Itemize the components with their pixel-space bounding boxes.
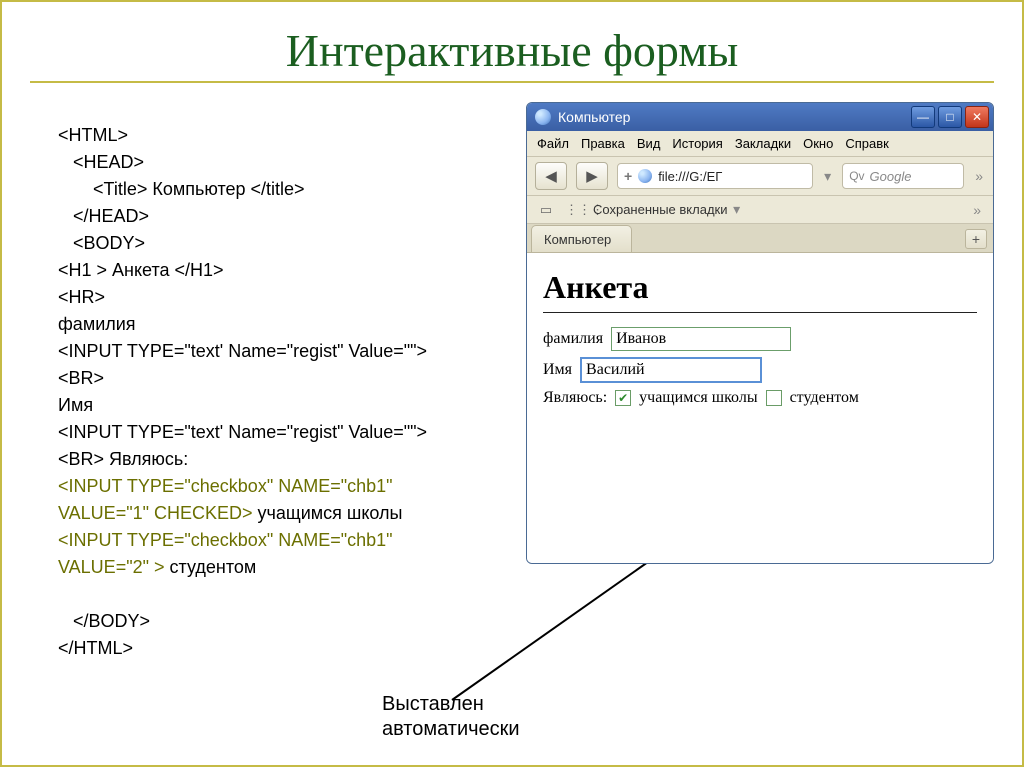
search-placeholder: Google bbox=[870, 169, 912, 184]
nav-toolbar: ◀ ▶ + file:///G:/ЕГ ▾ Qv Google » bbox=[527, 157, 993, 196]
option-school: учащимся школы bbox=[639, 389, 757, 407]
checkbox-school[interactable]: ✔ bbox=[615, 390, 631, 406]
minimize-button[interactable]: — bbox=[911, 106, 935, 128]
book-icon[interactable]: ▭ bbox=[537, 202, 555, 218]
menu-help[interactable]: Справк bbox=[845, 136, 888, 151]
label-status: Являюсь: bbox=[543, 389, 607, 407]
grid-icon[interactable]: ⋮⋮⋮ bbox=[565, 202, 583, 218]
close-button[interactable]: ✕ bbox=[965, 106, 989, 128]
url-field[interactable]: + file:///G:/ЕГ bbox=[617, 163, 813, 189]
site-icon bbox=[638, 169, 652, 183]
annotation-arrow bbox=[442, 542, 682, 712]
menu-history[interactable]: История bbox=[672, 136, 722, 151]
menu-view[interactable]: Вид bbox=[637, 136, 661, 151]
html-code-sample: <HTML> <HEAD> <Title> Компьютер </title>… bbox=[58, 122, 427, 662]
page-divider bbox=[543, 312, 977, 313]
window-title: Компьютер bbox=[558, 109, 911, 125]
title-underline bbox=[30, 81, 994, 83]
tab-computer[interactable]: Компьютер bbox=[531, 225, 632, 252]
url-text: file:///G:/ЕГ bbox=[658, 169, 722, 184]
url-dropdown-icon[interactable]: ▾ bbox=[822, 168, 833, 185]
menu-bookmarks[interactable]: Закладки bbox=[735, 136, 791, 151]
maximize-button[interactable]: □ bbox=[938, 106, 962, 128]
input-firstname[interactable] bbox=[580, 357, 762, 383]
page-heading: Анкета bbox=[543, 269, 977, 306]
search-field[interactable]: Qv Google bbox=[842, 163, 964, 189]
option-student: студентом bbox=[790, 389, 859, 407]
input-lastname[interactable] bbox=[611, 327, 791, 351]
menu-edit[interactable]: Правка bbox=[581, 136, 625, 151]
forward-button[interactable]: ▶ bbox=[576, 162, 608, 190]
menu-bar: Файл Правка Вид История Закладки Окно Сп… bbox=[527, 131, 993, 157]
browser-window: Компьютер — □ ✕ Файл Правка Вид История … bbox=[526, 102, 994, 564]
menu-file[interactable]: Файл bbox=[537, 136, 569, 151]
checkbox-student[interactable] bbox=[766, 390, 782, 406]
page-icon bbox=[535, 109, 551, 125]
slide-title: Интерактивные формы bbox=[30, 24, 994, 77]
new-tab-button[interactable]: + bbox=[965, 229, 987, 249]
saved-tabs-button[interactable]: Сохраненные вкладки ▾ bbox=[593, 201, 742, 218]
label-firstname: Имя bbox=[543, 361, 572, 379]
bookmarks-overflow-icon[interactable]: » bbox=[971, 202, 983, 218]
tab-bar: Компьютер + bbox=[527, 224, 993, 253]
add-bookmark-icon[interactable]: + bbox=[624, 168, 632, 184]
menu-window[interactable]: Окно bbox=[803, 136, 833, 151]
search-icon: Qv bbox=[849, 169, 864, 183]
page-content: Анкета фамилия Имя Являюсь: ✔ учащимся ш… bbox=[527, 253, 993, 563]
back-button[interactable]: ◀ bbox=[535, 162, 567, 190]
bookmarks-bar: ▭ ⋮⋮⋮ Сохраненные вкладки ▾ » bbox=[527, 196, 993, 224]
window-titlebar: Компьютер — □ ✕ bbox=[527, 103, 993, 131]
toolbar-overflow-icon[interactable]: » bbox=[973, 168, 985, 184]
label-lastname: фамилия bbox=[543, 330, 603, 348]
arrow-caption: Выставлен автоматически bbox=[382, 692, 520, 742]
